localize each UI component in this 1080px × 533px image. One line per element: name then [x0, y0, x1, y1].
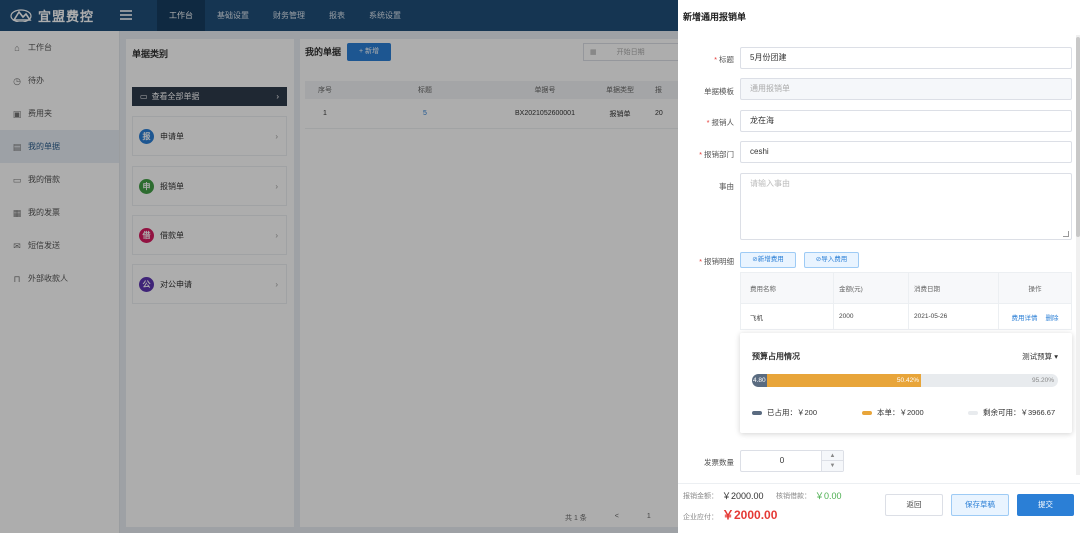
- modal-overlay-top[interactable]: [0, 0, 678, 31]
- drawer-scrollbar[interactable]: [1076, 35, 1080, 475]
- detail-label-text: 报销明细: [704, 257, 734, 266]
- add-expense-label: 新增费用: [757, 256, 784, 263]
- budget-used-segment: 4.80: [752, 374, 767, 387]
- import-expense-label: 导入费用: [821, 256, 848, 263]
- col-actions: 操作: [998, 273, 1071, 303]
- col-date: 消费日期: [908, 273, 998, 303]
- dept-label-text: 报销部门: [704, 150, 734, 159]
- drawer-footer: 报销金额： ￥2000.00 核销借款： ￥0.00 企业应付： ￥2000.0…: [678, 483, 1080, 533]
- cell-actions: 费用详情 删除: [998, 304, 1071, 329]
- import-expense-button[interactable]: ⊘导入费用: [804, 252, 859, 268]
- payable-value: ￥2000.00: [722, 508, 778, 522]
- required-mark: *: [706, 118, 710, 127]
- add-expense-button[interactable]: ⊘新增费用: [740, 252, 796, 268]
- budget-selector-value: 测试预算: [1022, 352, 1053, 361]
- stepper-down-icon[interactable]: ▼: [822, 461, 843, 471]
- legend-this: 本单：￥2000: [862, 407, 924, 418]
- submit-button[interactable]: 提交: [1017, 494, 1074, 516]
- budget-remain-percent: 95.20%: [1031, 377, 1054, 384]
- person-label-text: 报销人: [711, 118, 735, 127]
- budget-title: 预算占用情况: [752, 352, 800, 361]
- legend-swatch: [968, 410, 978, 415]
- department-input[interactable]: ceshi: [740, 141, 1072, 163]
- stepper-up-icon[interactable]: ▲: [822, 451, 843, 461]
- detail-label: * 报销明细: [699, 256, 734, 267]
- expense-table-header: 费用名称 金额(元) 消费日期 操作: [741, 273, 1071, 303]
- table-row: 飞机 2000 2021-05-26 费用详情 删除: [741, 303, 1071, 329]
- cell-date: 2021-05-26: [908, 304, 998, 329]
- payable-label: 企业应付：: [683, 514, 718, 521]
- resize-handle-icon[interactable]: [1063, 231, 1069, 237]
- return-button[interactable]: 返回: [885, 494, 943, 516]
- required-mark: *: [714, 55, 717, 64]
- required-mark: *: [699, 150, 702, 159]
- template-label: 单据模板: [704, 87, 734, 96]
- template-input: 通用报销单: [740, 78, 1072, 100]
- expense-table: 费用名称 金额(元) 消费日期 操作 飞机 2000 2021-05-26 费用…: [740, 272, 1072, 330]
- save-draft-button[interactable]: 保存草稿: [951, 494, 1009, 516]
- cell-amount: 2000: [833, 304, 908, 329]
- offset-value: ￥0.00: [815, 491, 842, 501]
- reason-textarea[interactable]: 请输入事由: [740, 173, 1072, 240]
- budget-card: 预算占用情况 测试预算 ▾ 4.80 50.42% 95.20% 已占用：￥20…: [740, 333, 1072, 433]
- budget-selector[interactable]: 测试预算 ▾: [1022, 351, 1058, 362]
- legend-used-text: 已占用：￥200: [767, 408, 818, 417]
- required-mark: *: [699, 257, 702, 266]
- person-label: * 报销人: [707, 117, 734, 128]
- expense-delete-link[interactable]: 删除: [1046, 312, 1059, 322]
- offset-label: 核销借款：: [776, 493, 811, 500]
- legend-this-text: 本单：￥2000: [877, 408, 924, 417]
- budget-progress-bar: 4.80 50.42% 95.20%: [752, 374, 1058, 387]
- total-value: ￥2000.00: [722, 491, 764, 501]
- invoice-count-label: 发票数量: [704, 458, 734, 467]
- title-label-text: 标题: [719, 55, 734, 64]
- modal-overlay[interactable]: [120, 31, 678, 533]
- legend-remain-text: 剩余可用：￥3966.67: [983, 408, 1056, 417]
- modal-overlay-sidebar[interactable]: [0, 31, 120, 533]
- legend-swatch: [752, 410, 762, 415]
- reason-placeholder: 请输入事由: [750, 179, 790, 188]
- scrollbar-thumb[interactable]: [1076, 37, 1080, 237]
- drawer-title: 新增通用报销单: [683, 12, 747, 22]
- new-reimbursement-drawer: 新增通用报销单 * 标题 5月份团建 单据模板 通用报销单 * 报销人 龙在海 * 报…: [678, 0, 1080, 533]
- total-label: 报销金额：: [683, 493, 718, 500]
- title-label: * 标题: [714, 54, 734, 65]
- invoice-count-value: 0: [779, 456, 785, 465]
- caret-down-icon: ▾: [1054, 352, 1058, 361]
- col-expense-name: 费用名称: [750, 286, 776, 293]
- legend-swatch: [862, 410, 872, 415]
- cell-expense-name: 飞机: [750, 314, 763, 322]
- col-amount: 金额(元): [833, 273, 908, 303]
- dept-label: * 报销部门: [699, 149, 734, 160]
- legend-remain: 剩余可用：￥3966.67: [968, 407, 1055, 418]
- expense-detail-link[interactable]: 费用详情: [1012, 312, 1038, 322]
- reason-label: 事由: [719, 182, 734, 191]
- stepper-controls: ▲ ▼: [821, 451, 843, 471]
- legend-used: 已占用：￥200: [752, 407, 817, 418]
- invoice-count-stepper[interactable]: 0 ▲ ▼: [740, 450, 844, 472]
- budget-this-segment: 50.42%: [766, 374, 921, 387]
- reimburser-input[interactable]: 龙在海: [740, 110, 1072, 132]
- title-input[interactable]: 5月份团建: [740, 47, 1072, 69]
